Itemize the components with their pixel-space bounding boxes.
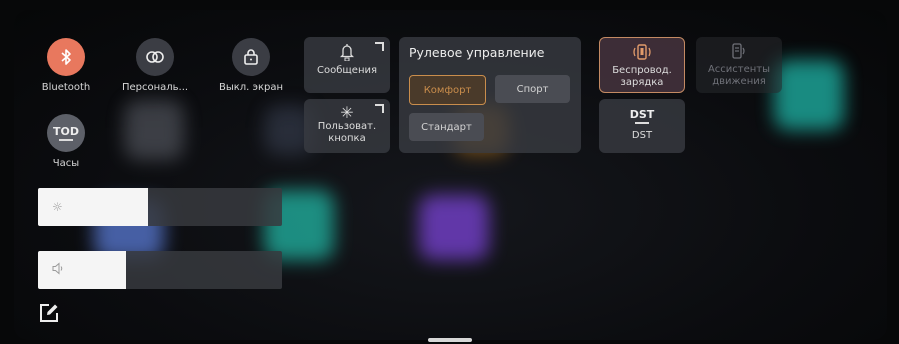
- clock-label: Часы: [52, 158, 80, 169]
- clock-toggle[interactable]: TOD Часы: [21, 114, 111, 169]
- link-icon: [136, 38, 174, 76]
- expand-corner-icon: [375, 104, 384, 113]
- screen: Bluetooth Персональ... Выкл. экран TOD Ч…: [0, 0, 899, 344]
- custom-button-label-2: кнопка: [328, 133, 366, 144]
- custom-button-tile[interactable]: ✳ Пользоват. кнопка: [304, 99, 390, 153]
- steering-title: Рулевое управление: [409, 45, 545, 60]
- screen-off-toggle[interactable]: Выкл. экран: [206, 38, 296, 93]
- dst-label: DST: [631, 130, 653, 141]
- motion-assist-icon: [696, 42, 782, 64]
- wireless-charging-label-2: зарядка: [620, 77, 664, 88]
- volume-slider[interactable]: [38, 251, 282, 289]
- personal-hotspot-toggle[interactable]: Персональ...: [110, 38, 200, 93]
- motion-assist-tile[interactable]: Ассистенты движения: [696, 37, 782, 93]
- blurred-app-icon: [124, 100, 184, 160]
- wireless-charging-icon: [600, 43, 684, 65]
- motion-assist-label-1: Ассистенты: [707, 64, 771, 75]
- motion-assist-label-2: движения: [712, 76, 766, 87]
- steering-option-sport[interactable]: Спорт: [495, 75, 570, 103]
- edit-icon[interactable]: [38, 302, 60, 324]
- brightness-slider[interactable]: ☼: [38, 188, 282, 226]
- wireless-charging-label-1: Беспровод.: [612, 65, 672, 76]
- bluetooth-toggle[interactable]: Bluetooth: [21, 38, 111, 93]
- custom-button-label-1: Пользоват.: [317, 121, 377, 132]
- dst-underline: [635, 122, 649, 124]
- tod-icon: TOD: [47, 114, 85, 152]
- steering-option-comfort[interactable]: Комфорт: [409, 75, 486, 105]
- sun-icon: ☼: [52, 200, 63, 214]
- blurred-app-icon: [419, 195, 489, 260]
- messages-label: Сообщения: [316, 65, 377, 76]
- steering-panel: Рулевое управление Комфорт Спорт Стандар…: [399, 37, 581, 153]
- screen-off-label: Выкл. экран: [218, 82, 284, 93]
- home-handle[interactable]: [428, 338, 472, 342]
- bluetooth-icon: [47, 38, 85, 76]
- bluetooth-label: Bluetooth: [41, 82, 91, 93]
- steering-option-standard[interactable]: Стандарт: [409, 113, 484, 141]
- wireless-charging-tile[interactable]: Беспровод. зарядка: [599, 37, 685, 93]
- dst-icon: DST: [629, 108, 655, 121]
- expand-corner-icon: [375, 42, 384, 51]
- speaker-icon: [52, 262, 64, 278]
- blurred-app-icon: [774, 60, 844, 130]
- dst-tile[interactable]: DST DST: [599, 99, 685, 153]
- lock-icon: [232, 38, 270, 76]
- personal-label: Персональ...: [121, 82, 189, 93]
- messages-tile[interactable]: Сообщения: [304, 37, 390, 93]
